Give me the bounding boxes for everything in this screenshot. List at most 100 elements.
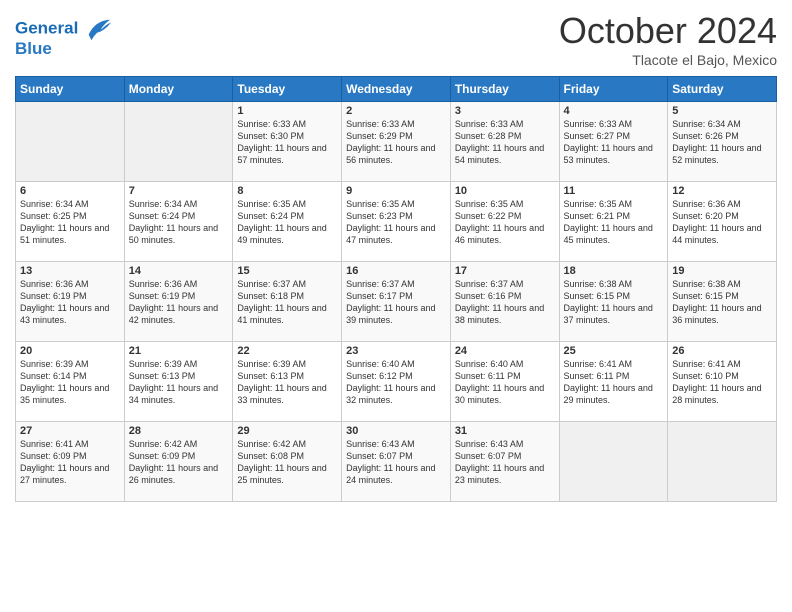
day-info: Sunrise: 6:38 AMSunset: 6:15 PMDaylight:… xyxy=(672,278,772,327)
day-number: 7 xyxy=(129,185,229,197)
calendar-cell: 18Sunrise: 6:38 AMSunset: 6:15 PMDayligh… xyxy=(559,262,668,342)
day-number: 20 xyxy=(20,345,120,357)
calendar-cell: 17Sunrise: 6:37 AMSunset: 6:16 PMDayligh… xyxy=(450,262,559,342)
day-info: Sunrise: 6:34 AMSunset: 6:25 PMDaylight:… xyxy=(20,198,120,247)
day-info: Sunrise: 6:36 AMSunset: 6:20 PMDaylight:… xyxy=(672,198,772,247)
calendar-cell: 30Sunrise: 6:43 AMSunset: 6:07 PMDayligh… xyxy=(342,422,451,502)
title-block: October 2024 Tlacote el Bajo, Mexico xyxy=(559,10,777,68)
day-number: 23 xyxy=(346,345,446,357)
calendar-table: SundayMondayTuesdayWednesdayThursdayFrid… xyxy=(15,76,777,502)
day-number: 3 xyxy=(455,105,555,117)
weekday-header-wednesday: Wednesday xyxy=(342,77,451,102)
calendar-cell xyxy=(16,102,125,182)
day-info: Sunrise: 6:39 AMSunset: 6:13 PMDaylight:… xyxy=(237,358,337,407)
logo-general: General xyxy=(15,18,78,37)
day-info: Sunrise: 6:43 AMSunset: 6:07 PMDaylight:… xyxy=(455,438,555,487)
day-info: Sunrise: 6:33 AMSunset: 6:29 PMDaylight:… xyxy=(346,118,446,167)
day-number: 28 xyxy=(129,425,229,437)
day-info: Sunrise: 6:35 AMSunset: 6:24 PMDaylight:… xyxy=(237,198,337,247)
day-info: Sunrise: 6:39 AMSunset: 6:13 PMDaylight:… xyxy=(129,358,229,407)
day-info: Sunrise: 6:33 AMSunset: 6:28 PMDaylight:… xyxy=(455,118,555,167)
calendar-week-row: 13Sunrise: 6:36 AMSunset: 6:19 PMDayligh… xyxy=(16,262,777,342)
day-number: 13 xyxy=(20,265,120,277)
day-number: 21 xyxy=(129,345,229,357)
calendar-week-row: 20Sunrise: 6:39 AMSunset: 6:14 PMDayligh… xyxy=(16,342,777,422)
day-info: Sunrise: 6:37 AMSunset: 6:18 PMDaylight:… xyxy=(237,278,337,327)
day-info: Sunrise: 6:35 AMSunset: 6:23 PMDaylight:… xyxy=(346,198,446,247)
calendar-cell xyxy=(559,422,668,502)
calendar-cell: 21Sunrise: 6:39 AMSunset: 6:13 PMDayligh… xyxy=(124,342,233,422)
day-number: 15 xyxy=(237,265,337,277)
day-info: Sunrise: 6:33 AMSunset: 6:30 PMDaylight:… xyxy=(237,118,337,167)
day-info: Sunrise: 6:36 AMSunset: 6:19 PMDaylight:… xyxy=(129,278,229,327)
weekday-header-monday: Monday xyxy=(124,77,233,102)
calendar-cell: 11Sunrise: 6:35 AMSunset: 6:21 PMDayligh… xyxy=(559,182,668,262)
day-info: Sunrise: 6:35 AMSunset: 6:21 PMDaylight:… xyxy=(564,198,664,247)
day-number: 30 xyxy=(346,425,446,437)
weekday-header-tuesday: Tuesday xyxy=(233,77,342,102)
day-info: Sunrise: 6:41 AMSunset: 6:09 PMDaylight:… xyxy=(20,438,120,487)
day-number: 10 xyxy=(455,185,555,197)
calendar-cell: 29Sunrise: 6:42 AMSunset: 6:08 PMDayligh… xyxy=(233,422,342,502)
day-number: 24 xyxy=(455,345,555,357)
day-number: 8 xyxy=(237,185,337,197)
day-number: 12 xyxy=(672,185,772,197)
calendar-cell: 5Sunrise: 6:34 AMSunset: 6:26 PMDaylight… xyxy=(668,102,777,182)
day-info: Sunrise: 6:34 AMSunset: 6:26 PMDaylight:… xyxy=(672,118,772,167)
day-info: Sunrise: 6:42 AMSunset: 6:08 PMDaylight:… xyxy=(237,438,337,487)
day-info: Sunrise: 6:34 AMSunset: 6:24 PMDaylight:… xyxy=(129,198,229,247)
day-info: Sunrise: 6:33 AMSunset: 6:27 PMDaylight:… xyxy=(564,118,664,167)
day-number: 17 xyxy=(455,265,555,277)
day-number: 31 xyxy=(455,425,555,437)
weekday-header-thursday: Thursday xyxy=(450,77,559,102)
calendar-cell: 7Sunrise: 6:34 AMSunset: 6:24 PMDaylight… xyxy=(124,182,233,262)
day-info: Sunrise: 6:38 AMSunset: 6:15 PMDaylight:… xyxy=(564,278,664,327)
day-number: 1 xyxy=(237,105,337,117)
day-number: 11 xyxy=(564,185,664,197)
calendar-cell: 16Sunrise: 6:37 AMSunset: 6:17 PMDayligh… xyxy=(342,262,451,342)
day-number: 18 xyxy=(564,265,664,277)
calendar-cell: 9Sunrise: 6:35 AMSunset: 6:23 PMDaylight… xyxy=(342,182,451,262)
day-info: Sunrise: 6:35 AMSunset: 6:22 PMDaylight:… xyxy=(455,198,555,247)
day-info: Sunrise: 6:43 AMSunset: 6:07 PMDaylight:… xyxy=(346,438,446,487)
calendar-cell: 31Sunrise: 6:43 AMSunset: 6:07 PMDayligh… xyxy=(450,422,559,502)
calendar-cell: 6Sunrise: 6:34 AMSunset: 6:25 PMDaylight… xyxy=(16,182,125,262)
day-number: 22 xyxy=(237,345,337,357)
calendar-cell: 26Sunrise: 6:41 AMSunset: 6:10 PMDayligh… xyxy=(668,342,777,422)
day-info: Sunrise: 6:37 AMSunset: 6:16 PMDaylight:… xyxy=(455,278,555,327)
calendar-body: 1Sunrise: 6:33 AMSunset: 6:30 PMDaylight… xyxy=(16,102,777,502)
weekday-header-saturday: Saturday xyxy=(668,77,777,102)
calendar-cell: 3Sunrise: 6:33 AMSunset: 6:28 PMDaylight… xyxy=(450,102,559,182)
day-number: 5 xyxy=(672,105,772,117)
calendar-cell xyxy=(124,102,233,182)
day-number: 25 xyxy=(564,345,664,357)
calendar-cell: 22Sunrise: 6:39 AMSunset: 6:13 PMDayligh… xyxy=(233,342,342,422)
day-number: 2 xyxy=(346,105,446,117)
page-header: General Blue October 2024 Tlacote el Baj… xyxy=(15,10,777,68)
calendar-week-row: 1Sunrise: 6:33 AMSunset: 6:30 PMDaylight… xyxy=(16,102,777,182)
day-number: 27 xyxy=(20,425,120,437)
calendar-cell: 1Sunrise: 6:33 AMSunset: 6:30 PMDaylight… xyxy=(233,102,342,182)
day-number: 29 xyxy=(237,425,337,437)
day-number: 4 xyxy=(564,105,664,117)
day-info: Sunrise: 6:42 AMSunset: 6:09 PMDaylight:… xyxy=(129,438,229,487)
calendar-cell: 20Sunrise: 6:39 AMSunset: 6:14 PMDayligh… xyxy=(16,342,125,422)
month-title: October 2024 xyxy=(559,10,777,52)
day-number: 19 xyxy=(672,265,772,277)
calendar-cell: 28Sunrise: 6:42 AMSunset: 6:09 PMDayligh… xyxy=(124,422,233,502)
calendar-cell: 12Sunrise: 6:36 AMSunset: 6:20 PMDayligh… xyxy=(668,182,777,262)
calendar-cell: 8Sunrise: 6:35 AMSunset: 6:24 PMDaylight… xyxy=(233,182,342,262)
day-info: Sunrise: 6:39 AMSunset: 6:14 PMDaylight:… xyxy=(20,358,120,407)
day-number: 26 xyxy=(672,345,772,357)
weekday-header-sunday: Sunday xyxy=(16,77,125,102)
day-info: Sunrise: 6:36 AMSunset: 6:19 PMDaylight:… xyxy=(20,278,120,327)
calendar-week-row: 6Sunrise: 6:34 AMSunset: 6:25 PMDaylight… xyxy=(16,182,777,262)
calendar-cell: 19Sunrise: 6:38 AMSunset: 6:15 PMDayligh… xyxy=(668,262,777,342)
day-info: Sunrise: 6:41 AMSunset: 6:10 PMDaylight:… xyxy=(672,358,772,407)
weekday-header-friday: Friday xyxy=(559,77,668,102)
day-info: Sunrise: 6:37 AMSunset: 6:17 PMDaylight:… xyxy=(346,278,446,327)
calendar-cell: 24Sunrise: 6:40 AMSunset: 6:11 PMDayligh… xyxy=(450,342,559,422)
calendar-cell: 27Sunrise: 6:41 AMSunset: 6:09 PMDayligh… xyxy=(16,422,125,502)
day-number: 16 xyxy=(346,265,446,277)
calendar-cell: 10Sunrise: 6:35 AMSunset: 6:22 PMDayligh… xyxy=(450,182,559,262)
